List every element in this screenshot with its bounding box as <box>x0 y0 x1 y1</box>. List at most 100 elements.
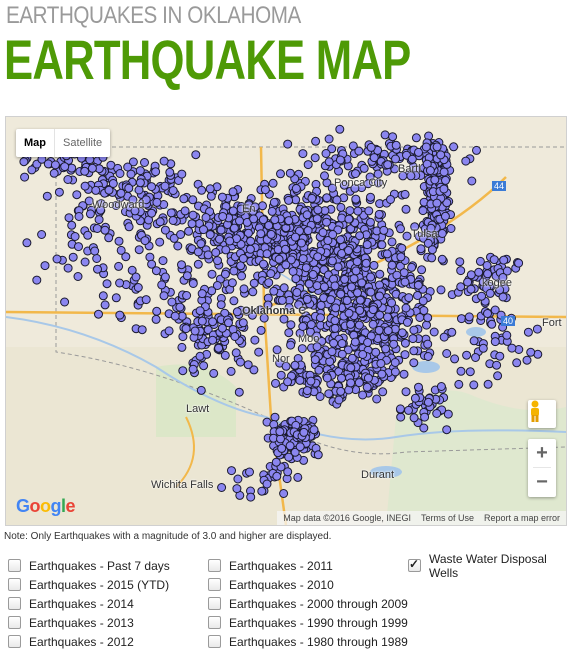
earthquake-marker[interactable] <box>391 140 401 150</box>
earthquake-marker[interactable] <box>285 168 295 178</box>
earthquake-marker[interactable] <box>328 230 338 239</box>
earthquake-marker[interactable] <box>437 254 447 264</box>
earthquake-marker[interactable] <box>477 291 487 301</box>
earthquake-marker[interactable] <box>361 258 371 268</box>
earthquake-marker[interactable] <box>358 350 368 359</box>
earthquake-marker[interactable] <box>64 213 74 223</box>
earthquake-marker[interactable] <box>104 233 114 243</box>
earthquake-marker[interactable] <box>345 206 355 216</box>
earthquake-marker[interactable] <box>337 213 347 223</box>
earthquake-marker[interactable] <box>199 361 209 371</box>
earthquake-marker[interactable] <box>363 373 373 383</box>
earthquake-marker[interactable] <box>235 357 245 367</box>
earthquake-marker[interactable] <box>178 332 188 342</box>
earthquake-marker[interactable] <box>358 390 368 400</box>
earthquake-marker[interactable] <box>442 425 452 435</box>
earthquake-marker[interactable] <box>207 269 217 279</box>
earthquake-marker[interactable] <box>389 339 399 349</box>
terms-of-use-link[interactable]: Terms of Use <box>421 511 474 525</box>
earthquake-marker[interactable] <box>291 184 301 193</box>
earthquake-marker[interactable] <box>397 243 407 253</box>
earthquake-marker[interactable] <box>302 386 312 396</box>
earthquake-marker[interactable] <box>254 347 264 357</box>
earthquake-marker[interactable] <box>248 287 258 297</box>
earthquake-marker[interactable] <box>487 319 497 329</box>
earthquake-marker[interactable] <box>472 145 481 155</box>
earthquake-marker[interactable] <box>395 404 405 414</box>
earthquake-marker[interactable] <box>140 236 150 246</box>
earthquake-marker[interactable] <box>522 355 532 365</box>
earthquake-marker[interactable] <box>396 252 406 262</box>
earthquake-marker[interactable] <box>135 178 145 188</box>
earthquake-marker[interactable] <box>221 245 231 255</box>
filter-checkbox[interactable] <box>208 616 221 629</box>
earthquake-marker[interactable] <box>275 427 285 437</box>
earthquake-marker[interactable] <box>256 229 266 239</box>
earthquake-marker[interactable] <box>502 330 512 340</box>
earthquake-marker[interactable] <box>85 209 95 219</box>
earthquake-marker[interactable] <box>396 224 405 234</box>
earthquake-marker[interactable] <box>151 167 161 177</box>
earthquake-marker[interactable] <box>495 351 505 361</box>
earthquake-marker[interactable] <box>416 244 426 254</box>
earthquake-marker[interactable] <box>404 405 413 415</box>
earthquake-marker[interactable] <box>327 347 337 357</box>
earthquake-marker[interactable] <box>499 255 509 265</box>
earthquake-marker[interactable] <box>362 382 372 392</box>
earthquake-marker[interactable] <box>274 254 284 264</box>
earthquake-marker[interactable] <box>489 255 499 265</box>
earthquake-marker[interactable] <box>425 166 435 175</box>
earthquake-marker[interactable] <box>340 274 350 284</box>
earthquake-marker[interactable] <box>309 425 319 435</box>
earthquake-marker[interactable] <box>235 216 244 226</box>
earthquake-marker[interactable] <box>306 320 316 330</box>
earthquake-marker[interactable] <box>243 360 253 370</box>
earthquake-marker[interactable] <box>342 296 352 305</box>
earthquake-marker[interactable] <box>188 364 198 374</box>
earthquake-marker[interactable] <box>327 256 337 266</box>
earthquake-marker[interactable] <box>283 377 293 387</box>
earthquake-marker[interactable] <box>401 387 411 397</box>
earthquake-marker[interactable] <box>220 269 230 279</box>
earthquake-marker[interactable] <box>461 156 471 166</box>
earthquake-marker[interactable] <box>293 472 303 482</box>
earthquake-marker[interactable] <box>179 194 189 204</box>
earthquake-marker[interactable] <box>454 379 464 389</box>
earthquake-marker[interactable] <box>258 215 268 225</box>
earthquake-marker[interactable] <box>335 155 345 165</box>
earthquake-marker[interactable] <box>281 244 290 254</box>
earthquake-marker[interactable] <box>152 197 162 207</box>
filter-checkbox[interactable] <box>8 597 21 610</box>
earthquake-marker[interactable] <box>380 130 390 140</box>
earthquake-marker[interactable] <box>195 306 205 316</box>
earthquake-marker[interactable] <box>152 306 162 316</box>
earthquake-marker[interactable] <box>227 278 237 288</box>
earthquake-marker[interactable] <box>67 220 77 230</box>
earthquake-marker[interactable] <box>237 271 247 281</box>
earthquake-marker[interactable] <box>347 353 357 363</box>
earthquake-marker[interactable] <box>401 204 411 214</box>
earthquake-marker[interactable] <box>246 492 256 502</box>
earthquake-marker[interactable] <box>178 366 188 376</box>
earthquake-marker[interactable] <box>238 318 248 328</box>
earthquake-marker[interactable] <box>42 191 52 201</box>
earthquake-marker[interactable] <box>164 326 174 336</box>
earthquake-marker[interactable] <box>290 232 300 242</box>
earthquake-marker[interactable] <box>372 394 382 404</box>
earthquake-marker[interactable] <box>124 183 134 193</box>
earthquake-marker[interactable] <box>464 312 474 322</box>
filter-checkbox[interactable] <box>208 597 221 610</box>
earthquake-marker[interactable] <box>269 286 279 296</box>
earthquake-marker[interactable] <box>336 289 346 299</box>
earthquake-marker[interactable] <box>440 211 450 221</box>
earthquake-marker[interactable] <box>286 340 296 350</box>
earthquake-marker[interactable] <box>158 256 168 266</box>
earthquake-marker[interactable] <box>374 209 384 219</box>
earthquake-marker[interactable] <box>409 413 419 423</box>
earthquake-marker[interactable] <box>400 189 410 199</box>
earthquake-marker[interactable] <box>234 387 244 397</box>
earthquake-marker[interactable] <box>267 206 277 216</box>
earthquake-marker[interactable] <box>256 325 266 335</box>
earthquake-marker[interactable] <box>399 268 409 278</box>
earthquake-marker[interactable] <box>404 293 414 303</box>
